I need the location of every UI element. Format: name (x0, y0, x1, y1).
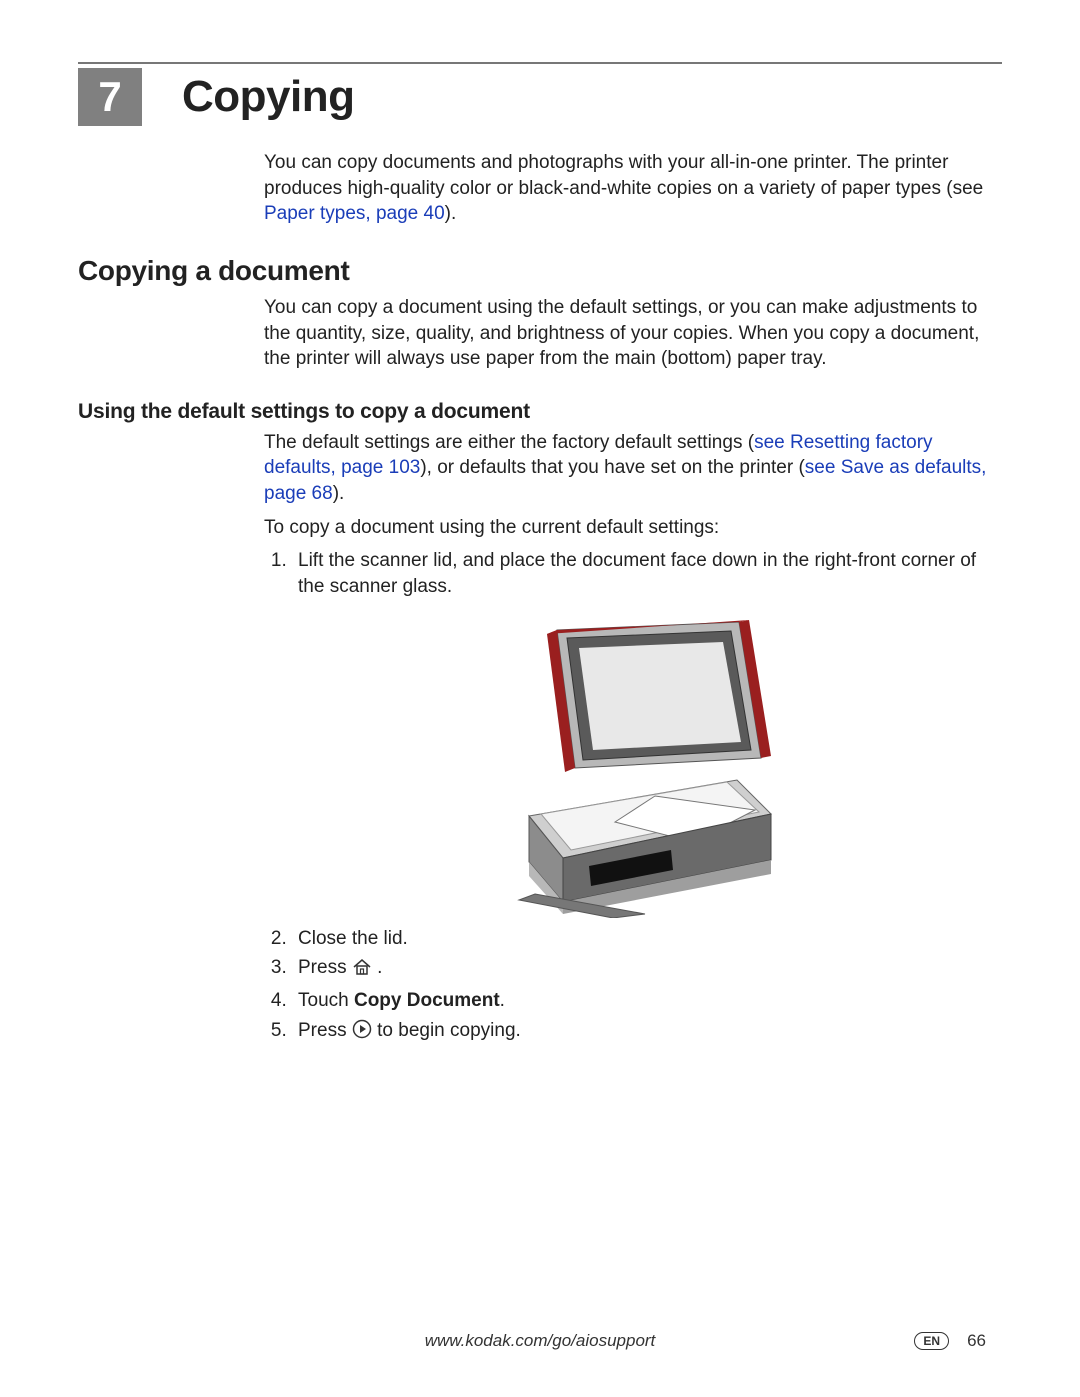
s2p1-c: ). (333, 483, 345, 504)
step-1: Lift the scanner lid, and place the docu… (292, 548, 992, 917)
step-4: Touch Copy Document. (292, 988, 992, 1014)
section1-paragraph: You can copy a document using the defaul… (264, 295, 992, 372)
step-3-text-b: . (377, 957, 382, 978)
intro-paragraph: You can copy documents and photographs w… (264, 150, 992, 227)
step-5-text-a: Press (298, 1020, 352, 1041)
step-2-text: Close the lid. (298, 928, 408, 949)
step-4-text-b: . (500, 990, 505, 1011)
footer-right: EN 66 (914, 1331, 986, 1351)
step-4-text-a: Touch (298, 990, 354, 1011)
step-3-text-a: Press (298, 957, 352, 978)
page-number: 66 (967, 1331, 986, 1351)
step-5-text-b: to begin copying. (377, 1020, 521, 1041)
s2p1-b: ), or defaults that you have set on the … (420, 457, 804, 478)
play-circle-icon (352, 1019, 372, 1047)
link-paper-types[interactable]: Paper types, page 40 (264, 203, 445, 224)
step-3: Press . (292, 955, 992, 984)
step-5: Press to begin copying. (292, 1018, 992, 1047)
section2-paragraph1: The default settings are either the fact… (264, 430, 992, 507)
step-2: Close the lid. (292, 926, 992, 952)
chapter-number-badge: 7 (78, 68, 142, 126)
intro-text-b: ). (445, 203, 457, 224)
step-1-text: Lift the scanner lid, and place the docu… (298, 550, 976, 597)
chapter-number: 7 (98, 73, 121, 121)
section2-paragraph2: To copy a document using the current def… (264, 515, 992, 541)
printer-illustration (505, 618, 785, 918)
language-badge: EN (914, 1332, 949, 1350)
home-icon (352, 958, 372, 984)
chapter-title: Copying (182, 72, 354, 122)
step-4-bold: Copy Document (354, 990, 500, 1011)
steps-list: Lift the scanner lid, and place the docu… (264, 548, 992, 1046)
s2p1-a: The default settings are either the fact… (264, 432, 754, 453)
heading-default-settings: Using the default settings to copy a doc… (78, 400, 1002, 424)
top-rule (78, 62, 1002, 64)
heading-copying-a-document: Copying a document (78, 255, 1002, 287)
intro-text-a: You can copy documents and photographs w… (264, 152, 983, 199)
chapter-header: 7 Copying (78, 68, 1002, 126)
